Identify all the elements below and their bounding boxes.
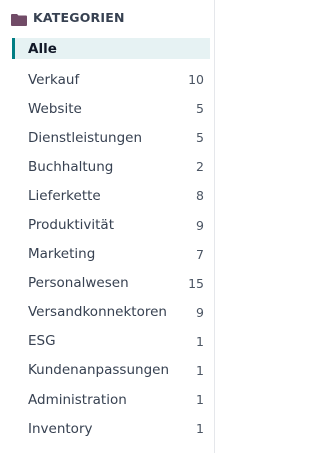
category-count: 8 [196, 188, 204, 204]
category-count: 1 [196, 333, 204, 349]
category-label: Inventory [28, 420, 93, 437]
category-count: 2 [196, 159, 204, 175]
category-count: 10 [188, 72, 204, 88]
category-count: 5 [196, 101, 204, 117]
category-item-personalwesen[interactable]: Personalwesen 15 [12, 269, 210, 298]
category-count: 1 [196, 421, 204, 437]
category-list: Alle Verkauf 10 Website 5 Dienstleistung… [12, 38, 210, 443]
category-label: Versandkonnektoren [28, 304, 167, 321]
category-count: 5 [196, 130, 204, 146]
category-label: ESG [28, 333, 56, 350]
category-label: Kundenanpassungen [28, 362, 170, 379]
category-item-alle[interactable]: Alle [12, 38, 210, 59]
category-item-website[interactable]: Website 5 [12, 94, 210, 123]
category-item-kundenanpassungen[interactable]: Kundenanpassungen 1 [12, 356, 210, 385]
category-label: Produktivität [28, 217, 115, 234]
category-label: Marketing [28, 246, 96, 263]
category-count: 9 [196, 217, 204, 233]
category-count: 1 [196, 392, 204, 408]
category-item-inventory[interactable]: Inventory 1 [12, 414, 210, 443]
category-label: Personalwesen [28, 275, 129, 292]
category-item-dienstleistungen[interactable]: Dienstleistungen 5 [12, 123, 210, 152]
category-label: Verkauf [28, 71, 80, 88]
category-label: Lieferkette [28, 187, 101, 204]
categories-panel: KATEGORIEN Alle Verkauf 10 Website 5 Die… [0, 0, 215, 453]
category-count: 7 [196, 246, 204, 262]
category-label: Alle [28, 40, 57, 57]
categories-header: KATEGORIEN [11, 8, 125, 26]
categories-title: KATEGORIEN [33, 9, 125, 25]
category-item-verkauf[interactable]: Verkauf 10 [12, 65, 210, 94]
category-label: Website [28, 100, 82, 117]
category-item-esg[interactable]: ESG 1 [12, 327, 210, 356]
category-item-lieferkette[interactable]: Lieferkette 8 [12, 181, 210, 210]
category-item-administration[interactable]: Administration 1 [12, 385, 210, 414]
category-item-buchhaltung[interactable]: Buchhaltung 2 [12, 152, 210, 181]
category-count: 9 [196, 304, 204, 320]
category-label: Buchhaltung [28, 158, 114, 175]
category-label: Administration [28, 391, 127, 408]
category-count: 1 [196, 362, 204, 378]
category-item-versandkonnektoren[interactable]: Versandkonnektoren 9 [12, 298, 210, 327]
folder-icon [11, 11, 27, 26]
category-item-produktivitaet[interactable]: Produktivität 9 [12, 210, 210, 239]
category-item-marketing[interactable]: Marketing 7 [12, 240, 210, 269]
category-count: 15 [188, 275, 204, 291]
category-label: Dienstleistungen [28, 129, 143, 146]
